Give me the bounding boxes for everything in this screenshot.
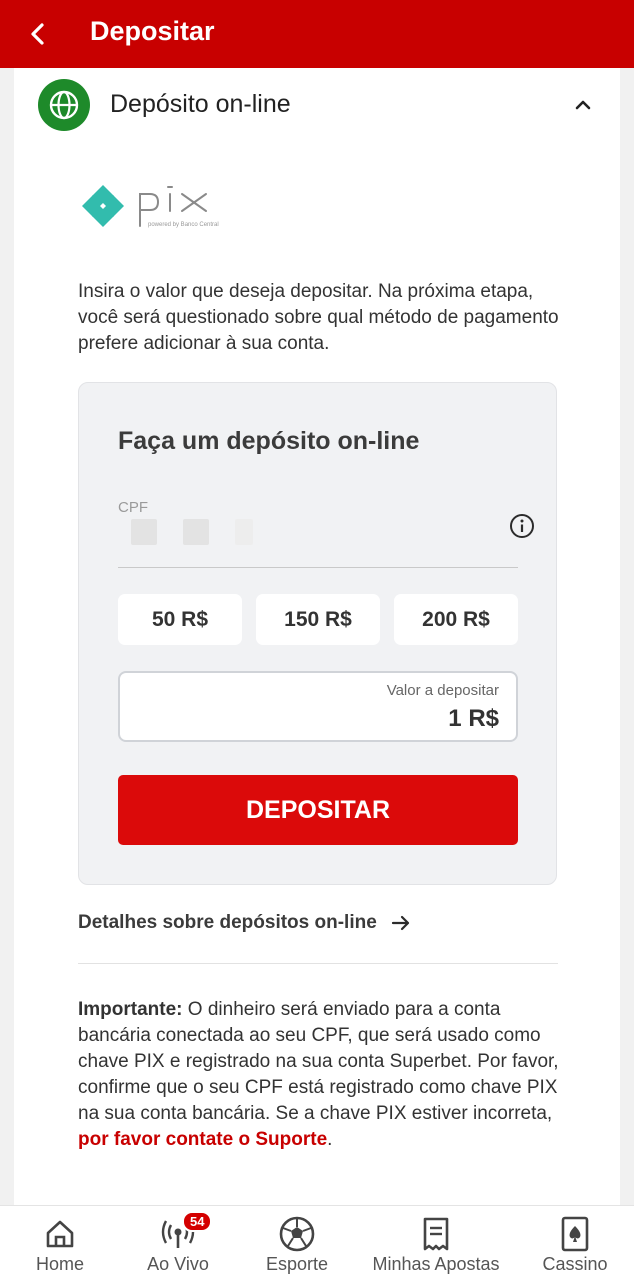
amount-200-button[interactable]: 200 R$ xyxy=(394,594,518,645)
nav-home[interactable]: Home xyxy=(20,1206,100,1280)
chevron-left-icon xyxy=(31,23,44,45)
back-button[interactable] xyxy=(20,14,56,54)
deposit-button[interactable]: DEPOSITAR xyxy=(118,775,518,845)
nav-sport-label: Esporte xyxy=(265,1254,329,1274)
top-bar: Depositar xyxy=(0,0,634,68)
important-end: . xyxy=(327,1129,333,1150)
deposit-details-link[interactable]: Detalhes sobre depósitos on-line xyxy=(78,912,411,934)
nav-casino[interactable]: Cassino xyxy=(535,1206,615,1280)
form-title: Faça um depósito on-line xyxy=(118,427,420,455)
arrow-right-icon xyxy=(391,915,409,931)
deposit-amount-value: 1 R$ xyxy=(448,705,499,732)
pix-subtext: powered by Banco Central xyxy=(148,222,219,228)
nav-casino-label: Cassino xyxy=(542,1254,608,1274)
pix-logo: powered by Banco Central xyxy=(78,176,238,236)
accordion-title: Depósito on-line xyxy=(110,90,291,118)
intro-text: Insira o valor que deseja depositar. Na … xyxy=(78,281,559,354)
nav-live-label: Ao Vivo xyxy=(147,1254,209,1274)
nav-my-bets[interactable]: Minhas Apostas xyxy=(366,1206,506,1280)
nav-my-bets-label: Minhas Apostas xyxy=(372,1254,500,1274)
cpf-label: CPF xyxy=(118,499,148,516)
live-broadcast-icon: 54 xyxy=(158,1211,213,1252)
amount-50-button[interactable]: 50 R$ xyxy=(118,594,242,645)
info-icon[interactable] xyxy=(509,513,535,539)
online-deposit-accordion-header[interactable]: Depósito on-line xyxy=(14,68,620,142)
amount-150-button[interactable]: 150 R$ xyxy=(256,594,380,645)
important-notice: Importante: O dinheiro será enviado para… xyxy=(78,997,568,1153)
home-icon xyxy=(44,1216,76,1252)
deposit-amount-label: Valor a depositar xyxy=(386,682,499,699)
nav-sport[interactable]: Esporte xyxy=(256,1206,338,1280)
cpf-masked-value xyxy=(131,519,271,547)
important-label: Importante: xyxy=(78,999,183,1020)
spade-card-icon xyxy=(559,1216,591,1252)
globe-icon xyxy=(38,79,90,131)
page-title: Depositar xyxy=(90,16,215,46)
deposit-details-label: Detalhes sobre depósitos on-line xyxy=(78,912,377,933)
content-panel: Depósito on-line powered by Banco Centra… xyxy=(14,68,620,1205)
receipt-icon xyxy=(420,1216,452,1252)
bottom-navigation: Home 54 Ao Vivo Esporte Minhas Apostas C… xyxy=(0,1205,634,1280)
contact-support-link[interactable]: por favor contate o Suporte xyxy=(78,1129,327,1150)
deposit-amount-input[interactable]: Valor a depositar 1 R$ xyxy=(118,671,518,742)
chevron-up-icon[interactable] xyxy=(572,94,594,116)
live-count-badge: 54 xyxy=(182,1211,213,1232)
nav-live[interactable]: 54 Ao Vivo xyxy=(135,1206,221,1280)
soccer-ball-icon xyxy=(279,1216,315,1252)
divider xyxy=(78,963,558,964)
nav-home-label: Home xyxy=(35,1254,84,1274)
cpf-field-underline xyxy=(118,567,518,568)
deposit-form-card: Faça um depósito on-line CPF 50 R$ 150 R… xyxy=(78,382,557,885)
